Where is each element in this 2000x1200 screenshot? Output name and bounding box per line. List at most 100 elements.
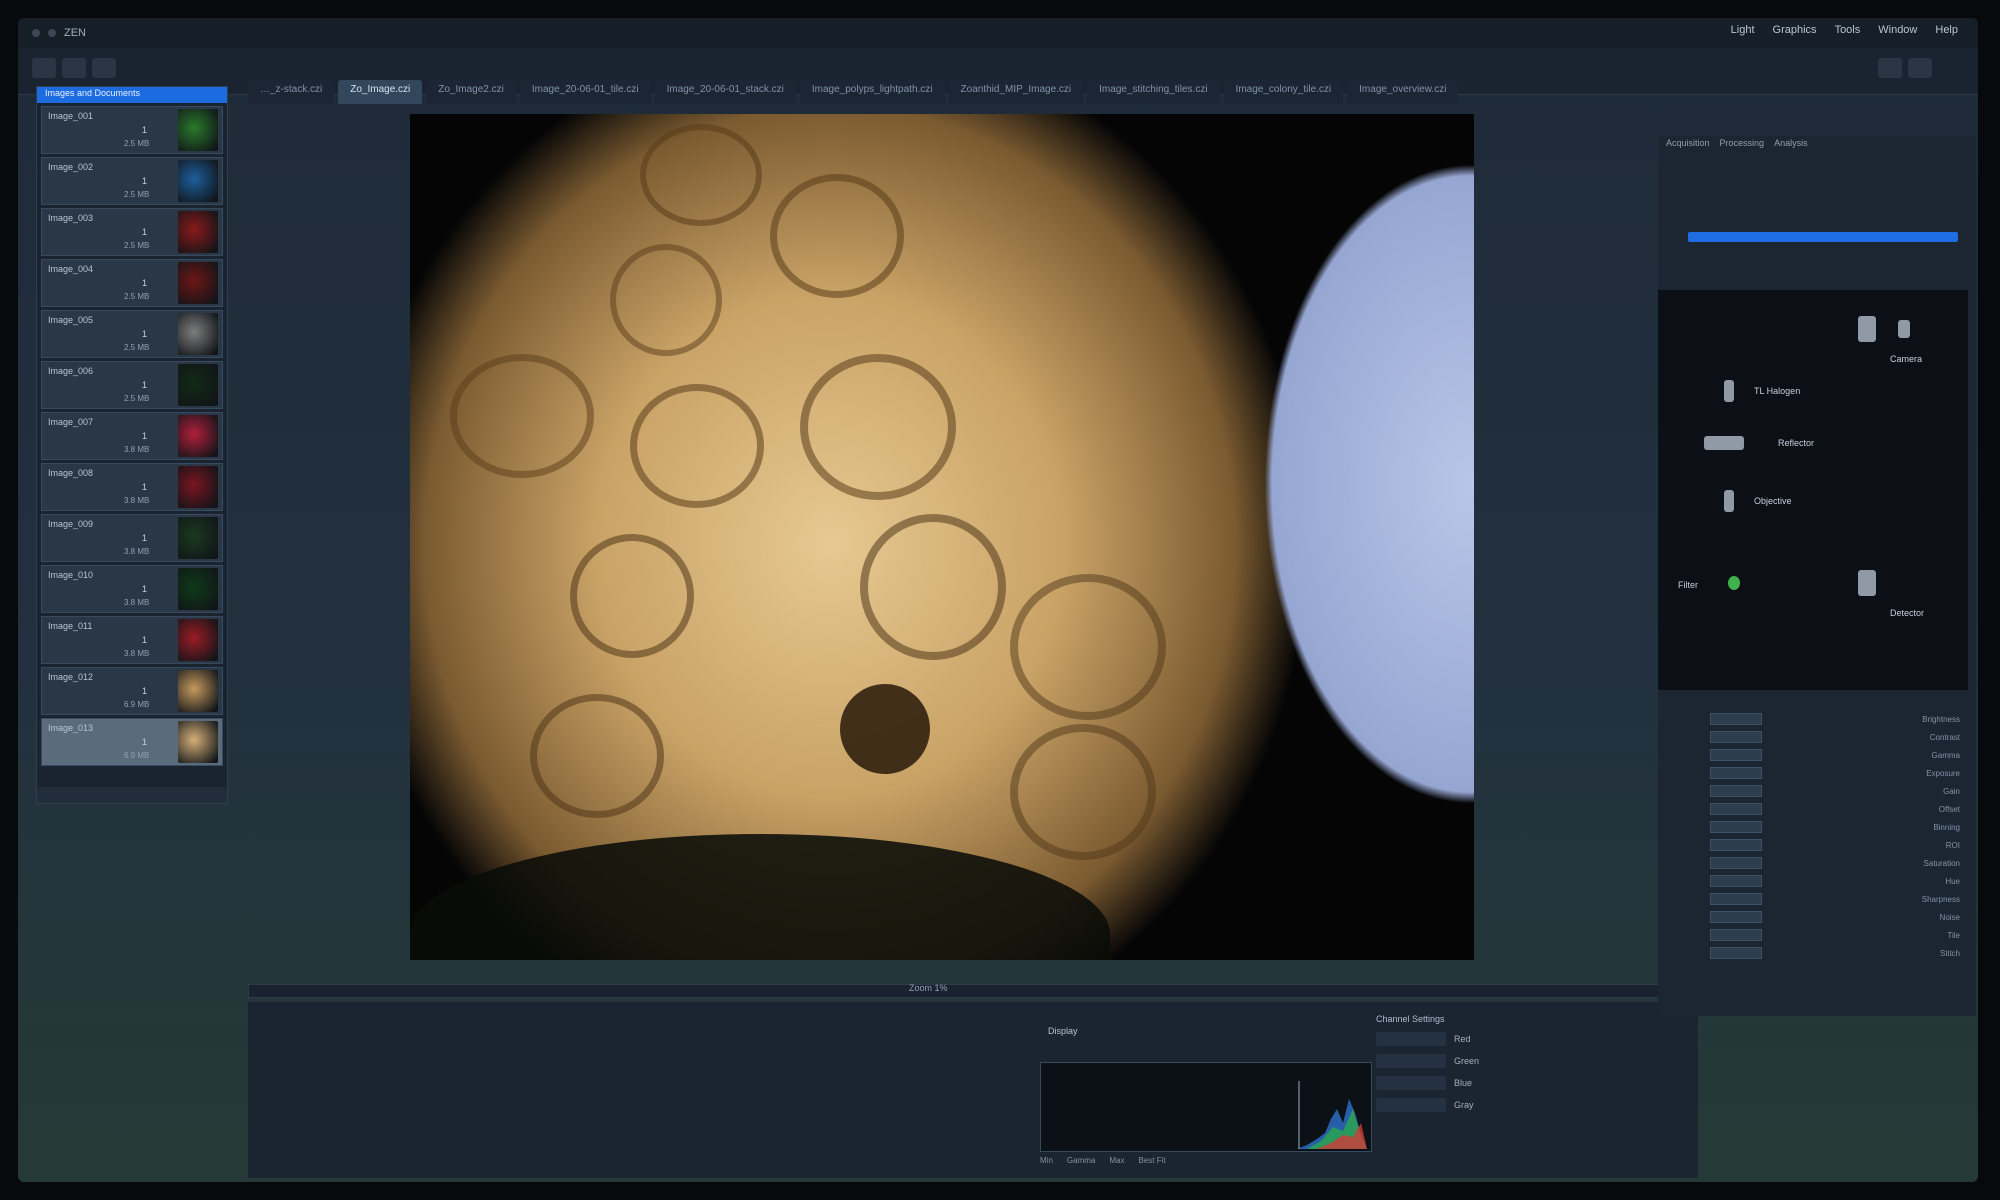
parameter-name: Saturation: [1923, 858, 1960, 868]
parameter-field[interactable]: [1710, 929, 1762, 941]
gallery-item[interactable]: Image_005 1 2.5 MB: [41, 310, 223, 358]
channel-slider[interactable]: [1376, 1098, 1446, 1112]
menu-item[interactable]: Help: [1935, 24, 1958, 36]
polyp-mark: [640, 124, 762, 226]
parameter-row[interactable]: Noise: [1710, 908, 1960, 926]
gallery-item[interactable]: Image_003 1 2.5 MB: [41, 208, 223, 256]
document-tab[interactable]: …_z-stack.czi: [248, 80, 335, 104]
close-window-icon[interactable]: [32, 29, 40, 37]
tool-tab[interactable]: Analysis: [1774, 138, 1808, 148]
menu-item[interactable]: Window: [1878, 24, 1917, 36]
parameter-row[interactable]: Brightness: [1710, 710, 1960, 728]
parameter-row[interactable]: ROI: [1710, 836, 1960, 854]
gallery-item-size: 3.8 MB: [124, 598, 150, 607]
gallery-item[interactable]: Image_006 1 2.5 MB: [41, 361, 223, 409]
parameter-field[interactable]: [1710, 731, 1762, 743]
lamp-icon[interactable]: [1724, 380, 1734, 402]
histogram-curve-icon: [1297, 1081, 1367, 1149]
save-document-button[interactable]: [92, 58, 116, 78]
active-channel-bar[interactable]: [1688, 232, 1958, 242]
document-tab[interactable]: Image_overview.czi: [1347, 80, 1459, 104]
histogram-control[interactable]: Best Fit: [1138, 1156, 1165, 1165]
gallery-item-size: 3.8 MB: [124, 445, 150, 454]
reflector-icon[interactable]: [1704, 436, 1744, 450]
parameter-row[interactable]: Exposure: [1710, 764, 1960, 782]
parameter-field[interactable]: [1710, 749, 1762, 761]
document-tab[interactable]: Zoanthid_MIP_Image.czi: [948, 80, 1084, 104]
minimize-window-icon[interactable]: [48, 29, 56, 37]
parameter-row[interactable]: Offset: [1710, 800, 1960, 818]
menu-item[interactable]: Tools: [1835, 24, 1861, 36]
gallery-item[interactable]: Image_009 1 3.8 MB: [41, 514, 223, 562]
document-tab[interactable]: Zo_Image.czi: [338, 80, 423, 104]
polyp-mark: [630, 384, 764, 508]
gallery-item[interactable]: Image_001 1 2.5 MB: [41, 106, 223, 154]
histogram-control[interactable]: Max: [1109, 1156, 1124, 1165]
histogram-control[interactable]: Gamma: [1067, 1156, 1095, 1165]
histogram-control[interactable]: Min: [1040, 1156, 1053, 1165]
objective-icon[interactable]: [1724, 490, 1734, 512]
channel-slider[interactable]: [1376, 1054, 1446, 1068]
gallery-item[interactable]: Image_008 1 3.8 MB: [41, 463, 223, 511]
parameter-row[interactable]: Tile: [1710, 926, 1960, 944]
settings-button[interactable]: [1908, 58, 1932, 78]
menu-item[interactable]: Graphics: [1773, 24, 1817, 36]
document-tab[interactable]: Image_20-06-01_stack.czi: [654, 80, 796, 104]
gallery-item[interactable]: Image_010 1 3.8 MB: [41, 565, 223, 613]
parameter-row[interactable]: Stitch: [1710, 944, 1960, 962]
parameter-field[interactable]: [1710, 857, 1762, 869]
gallery-item[interactable]: Image_013 1 6.9 MB: [41, 718, 223, 766]
parameter-field[interactable]: [1710, 821, 1762, 833]
gallery-thumbnail: [178, 364, 218, 406]
layout-toggle-button[interactable]: [1878, 58, 1902, 78]
parameter-row[interactable]: Binning: [1710, 818, 1960, 836]
parameter-row[interactable]: Saturation: [1710, 854, 1960, 872]
tool-tab[interactable]: Processing: [1720, 138, 1765, 148]
parameter-field[interactable]: [1710, 947, 1762, 959]
polyp-mark: [840, 684, 930, 774]
camera-2-icon[interactable]: [1858, 570, 1876, 596]
gallery-item-label: Image_003: [48, 213, 94, 223]
parameter-field[interactable]: [1710, 803, 1762, 815]
document-tab[interactable]: Image_polyps_lightpath.czi: [799, 80, 945, 104]
gallery-item[interactable]: Image_011 1 3.8 MB: [41, 616, 223, 664]
document-tab[interactable]: Image_colony_tile.czi: [1223, 80, 1344, 104]
document-tab[interactable]: Image_20-06-01_tile.czi: [519, 80, 651, 104]
filter-icon[interactable]: [1728, 576, 1740, 590]
polyp-mark: [450, 354, 594, 478]
gallery-thumbnail: [178, 262, 218, 304]
parameter-field[interactable]: [1710, 785, 1762, 797]
open-document-button[interactable]: [62, 58, 86, 78]
parameter-field[interactable]: [1710, 839, 1762, 851]
parameter-field[interactable]: [1710, 875, 1762, 887]
parameter-row[interactable]: Sharpness: [1710, 890, 1960, 908]
parameter-row[interactable]: Gain: [1710, 782, 1960, 800]
viewer-scrollbar[interactable]: Zoom 1%: [248, 983, 1700, 998]
camera-icon[interactable]: [1858, 316, 1876, 342]
image-viewer[interactable]: [410, 114, 1474, 960]
detector-icon[interactable]: [1898, 320, 1910, 338]
gallery-item[interactable]: Image_007 1 3.8 MB: [41, 412, 223, 460]
parameter-name: Hue: [1945, 876, 1960, 886]
histogram[interactable]: [1040, 1062, 1372, 1152]
parameter-row[interactable]: Contrast: [1710, 728, 1960, 746]
parameter-field[interactable]: [1710, 911, 1762, 923]
parameter-field[interactable]: [1710, 893, 1762, 905]
parameter-row[interactable]: Hue: [1710, 872, 1960, 890]
new-document-button[interactable]: [32, 58, 56, 78]
parameter-field[interactable]: [1710, 713, 1762, 725]
gallery-item[interactable]: Image_004 1 2.5 MB: [41, 259, 223, 307]
document-tab[interactable]: Image_stitching_tiles.czi: [1087, 80, 1220, 104]
gallery-item[interactable]: Image_002 1 2.5 MB: [41, 157, 223, 205]
channel-name: Blue: [1454, 1078, 1473, 1088]
document-tab[interactable]: Zo_Image2.czi: [426, 80, 516, 104]
parameter-row[interactable]: Gamma: [1710, 746, 1960, 764]
parameter-field[interactable]: [1710, 767, 1762, 779]
gallery-item-label: Image_007: [48, 417, 94, 427]
gallery-item-label: Image_002: [48, 162, 94, 172]
channel-slider[interactable]: [1376, 1032, 1446, 1046]
channel-slider[interactable]: [1376, 1076, 1446, 1090]
tool-tab[interactable]: Acquisition: [1666, 138, 1710, 148]
menu-item[interactable]: Light: [1731, 24, 1755, 36]
gallery-item[interactable]: Image_012 1 6.9 MB: [41, 667, 223, 715]
